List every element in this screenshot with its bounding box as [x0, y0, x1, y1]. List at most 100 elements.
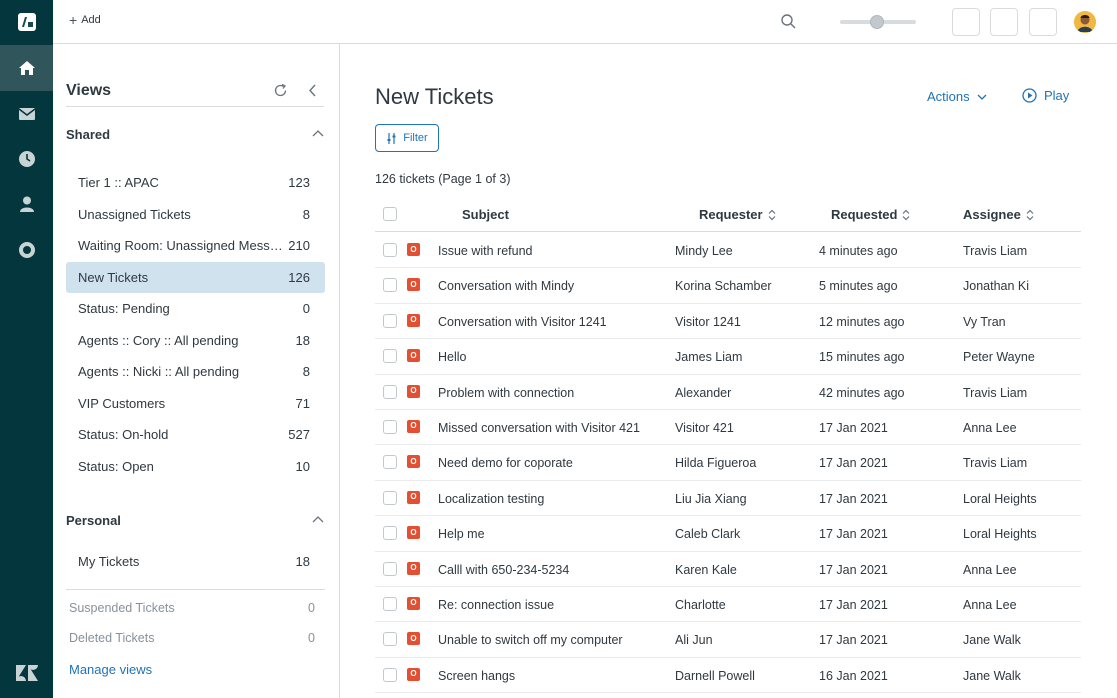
- row-checkbox[interactable]: [383, 526, 397, 541]
- table-row[interactable]: O Calll with 650-234-5234 Karen Kale 17 Jan…: [375, 552, 1081, 587]
- view-item[interactable]: VIP Customers 71: [66, 388, 325, 420]
- view-item[interactable]: Agents :: Nicki :: All pending 8: [66, 356, 325, 388]
- toolbar-button-2[interactable]: [990, 8, 1018, 36]
- table-row[interactable]: O Re: connection issue Charlotte 17 Jan 202…: [375, 587, 1081, 623]
- view-item[interactable]: Status: Open 10: [66, 451, 325, 483]
- refresh-button[interactable]: [273, 83, 288, 101]
- table-row[interactable]: O Localization testing Liu Jia Xiang 17 Jan…: [375, 481, 1081, 517]
- ticket-requester: Ali Jun: [675, 633, 713, 648]
- view-item[interactable]: Unassigned Tickets 8: [66, 199, 325, 231]
- row-checkbox[interactable]: [383, 596, 397, 611]
- table-row[interactable]: O: [375, 693, 1081, 698]
- view-name: Tier 1 :: APAC: [78, 175, 159, 191]
- table-row[interactable]: O Issue with refund Mindy Lee 4 minutes ago…: [375, 233, 1081, 269]
- ticket-requested: 5 minutes ago: [819, 279, 898, 294]
- play-button[interactable]: Play: [1022, 88, 1069, 103]
- table-row[interactable]: O Unable to switch off my computer Ali Jun…: [375, 622, 1081, 658]
- column-requested[interactable]: Requested: [831, 207, 910, 222]
- table-row[interactable]: O Missed conversation with Visitor 421 Vis…: [375, 410, 1081, 446]
- row-checkbox[interactable]: [383, 561, 397, 576]
- ticket-assignee: Jane Walk: [963, 668, 1021, 683]
- manage-views-link[interactable]: Manage views: [69, 662, 152, 677]
- plus-icon: +: [69, 12, 78, 28]
- row-checkbox[interactable]: [383, 384, 397, 399]
- ticket-subject[interactable]: Hello: [438, 350, 467, 364]
- view-item[interactable]: Tier 1 :: APAC 123: [66, 167, 325, 199]
- nav-home[interactable]: [0, 45, 53, 91]
- actions-dropdown[interactable]: Actions: [927, 89, 988, 104]
- view-item[interactable]: Status: On-hold 527: [66, 419, 325, 451]
- view-item[interactable]: Status: Pending 0: [66, 293, 325, 325]
- main-content: New Tickets Actions Play Filter 126 tick…: [340, 44, 1117, 698]
- ticket-requested: 17 Jan 2021: [819, 420, 888, 435]
- ticket-requester: Mindy Lee: [675, 244, 733, 258]
- nav-help[interactable]: [0, 227, 53, 273]
- table-row[interactable]: O Hello James Liam 15 minutes ago Peter Wayn…: [375, 339, 1081, 375]
- view-item[interactable]: My Tickets 18: [66, 546, 325, 578]
- deleted-tickets-link[interactable]: Deleted Tickets 0: [69, 631, 315, 645]
- row-checkbox[interactable]: [383, 278, 397, 293]
- status-slider[interactable]: [840, 14, 916, 30]
- nav-views[interactable]: [0, 91, 53, 137]
- row-checkbox[interactable]: [383, 632, 397, 647]
- ticket-requester: Korina Schamber: [675, 279, 772, 294]
- view-count: 210: [288, 238, 310, 254]
- ticket-subject[interactable]: Conversation with Mindy: [438, 279, 574, 293]
- actions-label: Actions: [927, 89, 970, 104]
- search-button[interactable]: [781, 14, 796, 32]
- collapse-panel-button[interactable]: [305, 83, 320, 101]
- filter-button[interactable]: Filter: [375, 124, 439, 152]
- column-subject[interactable]: Subject: [462, 207, 509, 222]
- column-requester[interactable]: Requester: [699, 207, 776, 222]
- add-button[interactable]: + Add: [69, 13, 101, 27]
- ticket-subject[interactable]: Re: connection issue: [438, 598, 554, 612]
- table-row[interactable]: O Need demo for coporate Hilda Figueroa 17 …: [375, 445, 1081, 481]
- ticket-assignee: Loral Heights: [963, 491, 1037, 506]
- view-item[interactable]: Agents :: Cory :: All pending 18: [66, 325, 325, 357]
- ticket-subject[interactable]: Screen hangs: [438, 669, 515, 683]
- zendesk-icon: [15, 665, 38, 681]
- slider-knob[interactable]: [870, 15, 884, 29]
- table-row[interactable]: O Screen hangs Darnell Powell 16 Jan 2021 Ja…: [375, 658, 1081, 694]
- shared-views-list: Tier 1 :: APAC 123 Unassigned Tickets 8 Wa…: [66, 167, 325, 482]
- toolbar-button-1[interactable]: [952, 8, 980, 36]
- row-checkbox[interactable]: [383, 243, 397, 257]
- row-checkbox[interactable]: [383, 667, 397, 682]
- suspended-tickets-link[interactable]: Suspended Tickets 0: [69, 601, 315, 615]
- table-row[interactable]: O Conversation with Visitor 1241 Visitor 1…: [375, 304, 1081, 340]
- column-assignee[interactable]: Assignee: [963, 207, 1034, 222]
- ticket-subject[interactable]: Need demo for coporate: [438, 456, 573, 470]
- avatar[interactable]: [1074, 11, 1096, 33]
- shared-section-toggle[interactable]: Shared: [66, 124, 324, 144]
- view-count: 126: [288, 269, 310, 285]
- row-checkbox[interactable]: [383, 490, 397, 505]
- ticket-subject[interactable]: Issue with refund: [438, 244, 533, 258]
- row-checkbox[interactable]: [383, 455, 397, 470]
- avatar-image-icon: [1074, 11, 1096, 33]
- zendesk-logo[interactable]: [0, 658, 53, 688]
- row-checkbox[interactable]: [383, 313, 397, 328]
- ticket-subject[interactable]: Problem with connection: [438, 386, 574, 400]
- table-row[interactable]: O Help me Caleb Clark 17 Jan 2021 Loral Heig…: [375, 516, 1081, 552]
- personal-section-toggle[interactable]: Personal: [66, 510, 324, 530]
- nav-reporting[interactable]: [0, 136, 53, 182]
- ticket-subject[interactable]: Missed conversation with Visitor 421: [438, 421, 640, 435]
- table-row[interactable]: O Problem with connection Alexander 42 minu…: [375, 375, 1081, 410]
- row-checkbox[interactable]: [383, 349, 397, 364]
- ticket-subject[interactable]: Conversation with Visitor 1241: [438, 315, 607, 329]
- view-item-selected[interactable]: New Tickets 126: [66, 261, 325, 293]
- nav-customers[interactable]: [0, 181, 53, 227]
- ticket-subject[interactable]: Unable to switch off my computer: [438, 633, 623, 647]
- filter-sliders-icon: [387, 132, 396, 144]
- toolbar-button-3[interactable]: [1029, 8, 1057, 36]
- product-logo[interactable]: [0, 0, 53, 44]
- row-checkbox[interactable]: [383, 419, 397, 434]
- view-item[interactable]: Waiting Room: Unassigned Messa... 210: [66, 230, 325, 262]
- ticket-subject[interactable]: Localization testing: [438, 492, 544, 506]
- select-all-checkbox[interactable]: [383, 207, 397, 221]
- ticket-subject[interactable]: Help me: [438, 527, 485, 541]
- view-name: Agents :: Nicki :: All pending: [78, 364, 240, 380]
- ticket-subject[interactable]: Calll with 650-234-5234: [438, 563, 569, 577]
- ticket-assignee: Travis Liam: [963, 244, 1028, 258]
- table-row[interactable]: O Conversation with Mindy Korina Schamber 5…: [375, 268, 1081, 304]
